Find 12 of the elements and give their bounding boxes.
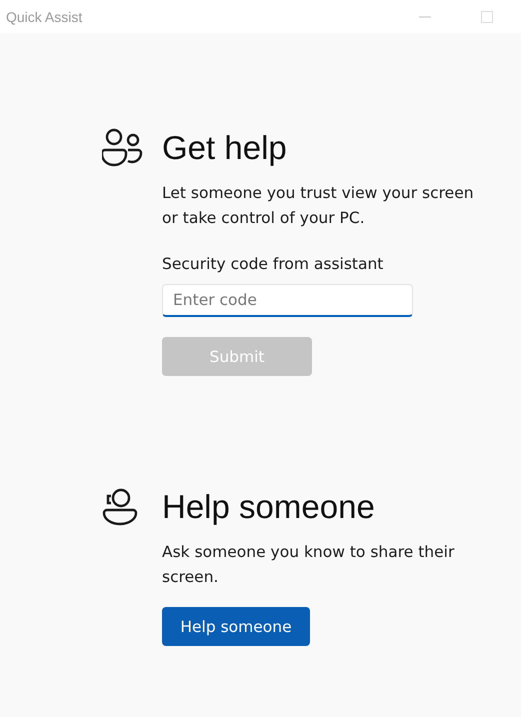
people-icon — [102, 128, 144, 168]
help-someone-button[interactable]: Help someone — [162, 607, 310, 646]
window-title: Quick Assist — [6, 8, 82, 24]
section-description: Ask someone you know to share their screen. — [162, 542, 456, 588]
section-heading: Help someone — [162, 488, 375, 526]
minimize-icon[interactable] — [419, 16, 431, 18]
section-heading: Get help — [162, 129, 287, 167]
person-headset-icon — [102, 488, 138, 526]
maximize-icon[interactable] — [481, 10, 493, 22]
security-code-field[interactable]: Enter code — [162, 284, 413, 317]
section-description: Let someone you trust view your screen or take control of your PC. — [162, 183, 475, 229]
field-label: Security code from assistant — [162, 255, 384, 273]
